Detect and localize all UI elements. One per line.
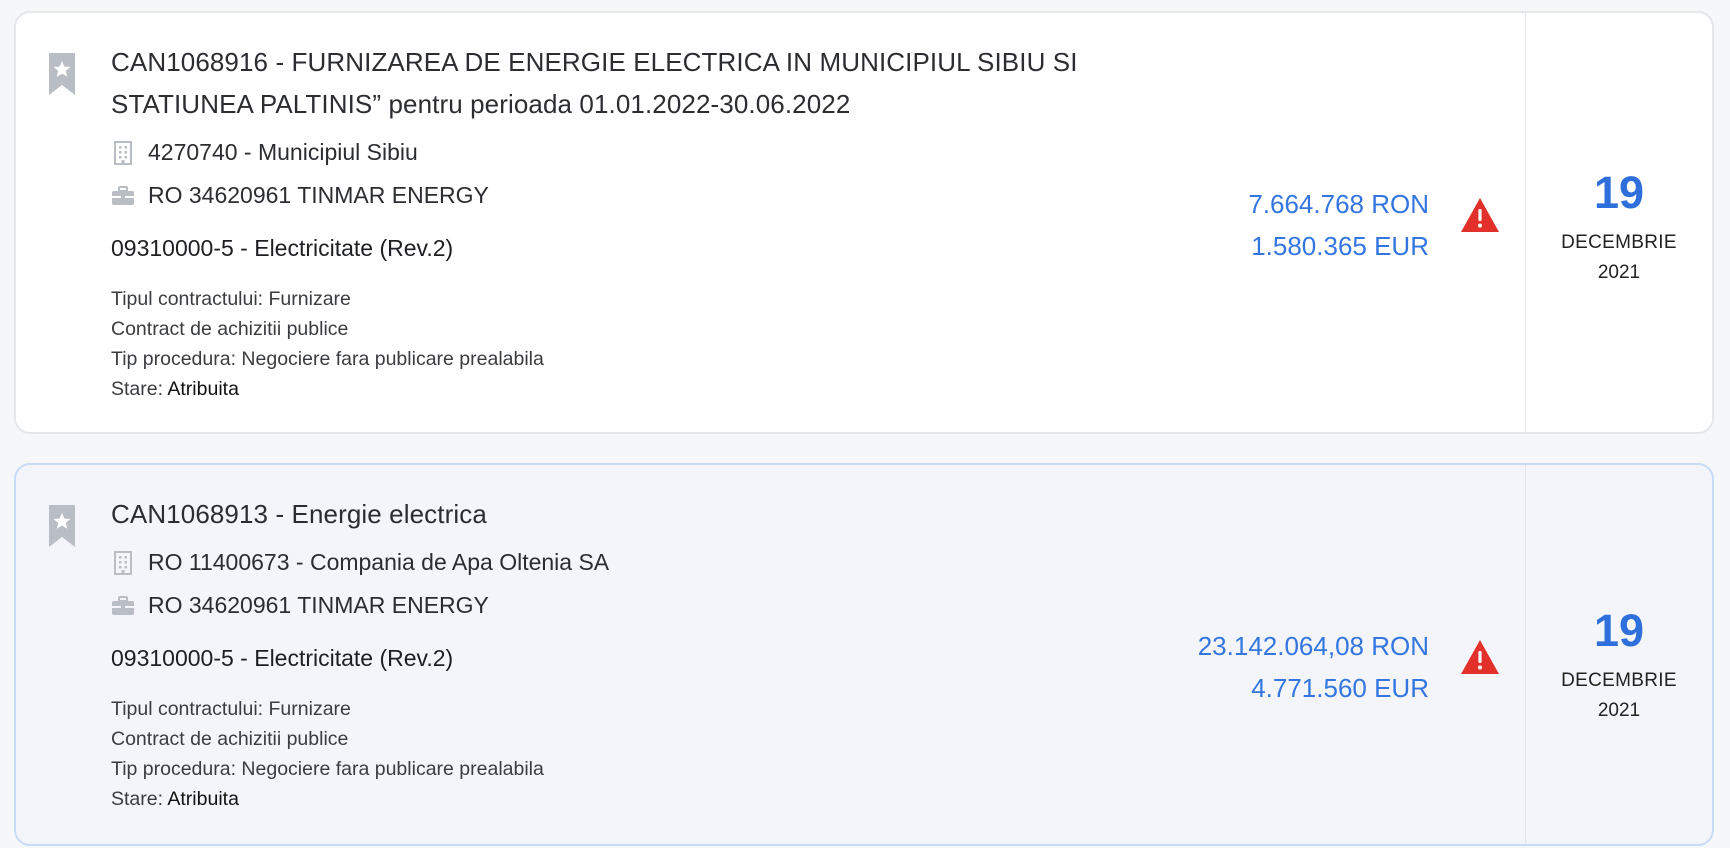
building-icon xyxy=(114,550,132,575)
authority-row: 4270740 - Municipiul Sibiu xyxy=(111,131,1131,174)
contract-card[interactable]: CAN1068916 - FURNIZAREA DE ENERGIE ELECT… xyxy=(14,11,1714,434)
contract-value: 23.142.064,08 RON 4.771.560 EUR xyxy=(1198,625,1429,709)
amount-eur: 4.771.560 EUR xyxy=(1251,673,1429,703)
supplier-row: RO 34620961 TINMAR ENERGY xyxy=(111,584,1131,627)
date-month: DECEMBRIE xyxy=(1561,670,1677,691)
contract-details: Tipul contractului: Furnizare Contract d… xyxy=(111,284,1131,404)
publication-date: 19 DECEMBRIE 2021 xyxy=(1525,465,1712,844)
contract-kind: Contract de achizitii publice xyxy=(111,728,349,750)
contract-list: CAN1068916 - FURNIZAREA DE ENERGIE ELECT… xyxy=(14,11,1714,846)
status-line: Stare: Atribuita xyxy=(111,784,1131,814)
bookmark-star-icon[interactable] xyxy=(49,505,75,547)
amount-ron: 23.142.064,08 RON xyxy=(1197,631,1429,661)
warning-triangle-icon xyxy=(1461,640,1499,674)
bookmark-star-icon[interactable] xyxy=(49,53,75,95)
contract-title[interactable]: CAN1068916 - FURNIZAREA DE ENERGIE ELECT… xyxy=(111,41,1131,125)
status-label: Stare: xyxy=(111,378,164,400)
date-year: 2021 xyxy=(1597,262,1641,283)
status-label: Stare: xyxy=(111,788,164,810)
contract-content: CAN1068916 - FURNIZAREA DE ENERGIE ELECT… xyxy=(111,41,1131,404)
date-day: 19 xyxy=(1593,167,1645,218)
contracting-authority[interactable]: RO 11400673 - Compania de Apa Oltenia SA xyxy=(148,549,609,576)
contract-content: CAN1068913 - Energie electrica RO 114006… xyxy=(111,493,1131,814)
supplier[interactable]: RO 34620961 TINMAR ENERGY xyxy=(148,182,489,209)
supplier-row: RO 34620961 TINMAR ENERGY xyxy=(111,174,1131,217)
cpv-code: 09310000-5 - Electricitate (Rev.2) xyxy=(111,235,454,261)
briefcase-icon xyxy=(112,185,134,205)
status-value: Atribuita xyxy=(167,788,239,810)
procedure-type: Tip procedura: Negociere fara publicare … xyxy=(111,758,544,780)
amount-ron: 7.664.768 RON xyxy=(1248,189,1429,219)
date-day: 19 xyxy=(1593,605,1645,656)
date-year: 2021 xyxy=(1597,700,1641,721)
warning-triangle-icon xyxy=(1461,198,1499,232)
contract-kind: Contract de achizitii publice xyxy=(111,318,349,340)
supplier[interactable]: RO 34620961 TINMAR ENERGY xyxy=(148,592,489,619)
procedure-type: Tip procedura: Negociere fara publicare … xyxy=(111,348,544,370)
status-value: Atribuita xyxy=(167,378,239,400)
briefcase-icon xyxy=(112,595,134,615)
contract-type: Tipul contractului: Furnizare xyxy=(111,698,351,720)
cpv-code: 09310000-5 - Electricitate (Rev.2) xyxy=(111,645,454,671)
building-icon xyxy=(114,140,132,165)
contracting-authority[interactable]: 4270740 - Municipiul Sibiu xyxy=(148,139,418,166)
date-month: DECEMBRIE xyxy=(1561,232,1677,253)
contract-value: 7.664.768 RON 1.580.365 EUR xyxy=(1248,183,1429,267)
amount-eur: 1.580.365 EUR xyxy=(1251,231,1429,261)
contract-title[interactable]: CAN1068913 - Energie electrica xyxy=(111,493,1131,535)
contract-card[interactable]: CAN1068913 - Energie electrica RO 114006… xyxy=(14,463,1714,846)
contract-type: Tipul contractului: Furnizare xyxy=(111,288,351,310)
contract-details: Tipul contractului: Furnizare Contract d… xyxy=(111,694,1131,814)
status-line: Stare: Atribuita xyxy=(111,374,1131,404)
publication-date: 19 DECEMBRIE 2021 xyxy=(1525,13,1712,432)
authority-row: RO 11400673 - Compania de Apa Oltenia SA xyxy=(111,541,1131,584)
